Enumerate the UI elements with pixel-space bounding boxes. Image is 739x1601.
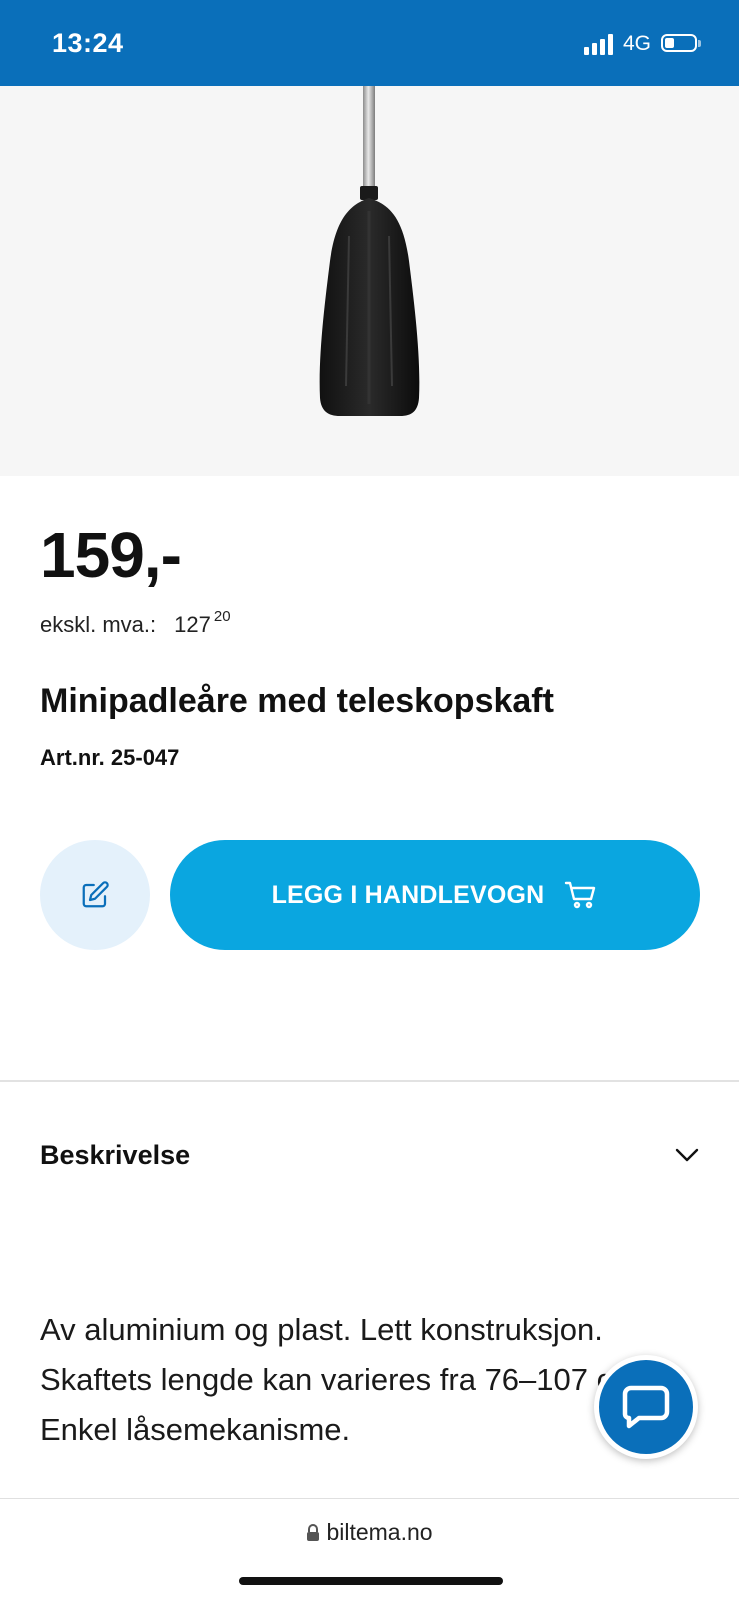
add-note-button[interactable] xyxy=(40,840,150,950)
vat-label: ekskl. mva.: xyxy=(40,612,157,637)
home-indicator[interactable] xyxy=(239,1577,503,1585)
vat-cents: 20 xyxy=(213,608,231,625)
product-title: Minipadleåre med teleskopskaft xyxy=(40,682,554,720)
status-indicators: 4G xyxy=(583,32,701,56)
description-accordion[interactable]: Beskrivelse xyxy=(40,1135,700,1175)
url-text: biltema.no xyxy=(326,1519,433,1545)
battery-icon xyxy=(661,34,701,54)
signal-icon xyxy=(583,33,613,55)
article-number: Art.nr. 25-047 xyxy=(40,745,180,770)
description-title: Beskrivelse xyxy=(40,1139,191,1170)
url-row[interactable]: biltema.no xyxy=(0,1519,739,1546)
chevron-down-icon xyxy=(675,1148,699,1162)
product-image[interactable] xyxy=(0,86,739,476)
price-excl-vat: ekskl. mva.: 127 20 xyxy=(40,608,231,638)
add-to-cart-label: LEGG I HANDLEVOGN xyxy=(271,880,545,909)
network-label: 4G xyxy=(622,32,651,55)
cart-icon xyxy=(565,881,596,909)
price: 159,- xyxy=(40,519,182,591)
description-line: Av aluminium og plast. Lett konstruksjon… xyxy=(40,1312,603,1347)
edit-note-icon xyxy=(82,881,109,908)
vat-value: 127 xyxy=(174,612,211,637)
browser-url-bar[interactable]: biltema.no xyxy=(0,1498,739,1601)
section-divider xyxy=(0,1080,739,1082)
status-bar: 13:24 4G xyxy=(0,0,739,86)
status-time: 13:24 xyxy=(52,28,124,58)
add-to-cart-button[interactable]: LEGG I HANDLEVOGN xyxy=(170,840,700,950)
chat-button[interactable] xyxy=(594,1355,698,1459)
lock-icon xyxy=(307,1523,320,1541)
chat-bubble-icon xyxy=(622,1385,670,1429)
paddle-image xyxy=(319,86,420,416)
